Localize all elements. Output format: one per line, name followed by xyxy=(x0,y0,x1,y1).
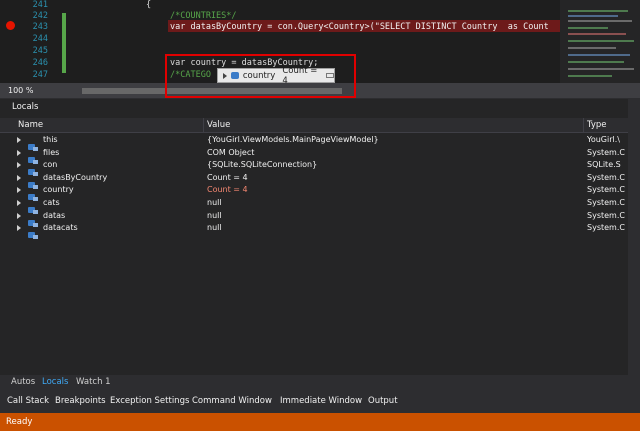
variable-type: System.C xyxy=(587,147,625,157)
variable-type: System.C xyxy=(587,185,625,195)
local-variable-icon xyxy=(28,199,38,214)
variable-type: YouGirl.\ xyxy=(587,135,620,144)
breakpoint-icon[interactable] xyxy=(6,21,15,30)
column-name-header[interactable]: Name xyxy=(18,120,43,130)
tab-watch1[interactable]: Watch 1 xyxy=(76,377,111,387)
tab-breakpoints[interactable]: Breakpoints xyxy=(55,396,106,406)
variable-type: System.C xyxy=(587,172,625,182)
variable-name: cats xyxy=(43,198,60,207)
code-line[interactable]: { xyxy=(146,0,151,11)
variable-type: System.C xyxy=(587,198,625,207)
status-bar xyxy=(0,413,640,431)
variable-name: datas xyxy=(43,210,66,220)
locals-row[interactable]: datacats null System.C xyxy=(0,222,628,240)
variable-value: null xyxy=(207,210,222,220)
tab-exception-settings[interactable]: Exception Settings xyxy=(110,396,189,406)
local-variable-icon xyxy=(28,161,38,177)
expand-arrow-icon[interactable] xyxy=(17,149,21,156)
variable-value: COM Object xyxy=(207,147,255,157)
local-variable-icon xyxy=(28,149,38,164)
status-text: Ready xyxy=(6,417,33,427)
object-icon xyxy=(28,136,38,151)
local-variable-icon xyxy=(28,212,38,227)
tab-locals[interactable]: Locals xyxy=(42,377,68,387)
tab-command-window[interactable]: Command Window xyxy=(192,396,272,406)
tab-immediate-window[interactable]: Immediate Window xyxy=(280,396,362,406)
column-value-header[interactable]: Value xyxy=(207,120,230,130)
highlight-annotation xyxy=(165,54,356,98)
variable-name: con xyxy=(43,160,58,170)
variable-value: null xyxy=(207,223,222,233)
local-variable-icon xyxy=(28,174,38,189)
variable-value: Count = 4 xyxy=(207,185,248,195)
tab-call-stack[interactable]: Call Stack xyxy=(7,396,49,406)
tab-output[interactable]: Output xyxy=(368,396,398,406)
code-minimap[interactable] xyxy=(560,0,640,83)
column-divider[interactable] xyxy=(583,118,584,132)
change-indicator xyxy=(62,13,66,73)
column-divider[interactable] xyxy=(203,118,204,132)
variable-name: datasByCountry xyxy=(43,172,108,182)
expand-arrow-icon[interactable] xyxy=(17,162,21,169)
line-number: 244 xyxy=(32,34,48,44)
locals-row[interactable]: con {SQLite.SQLiteConnection} SQLite.S xyxy=(0,159,628,177)
locals-row[interactable]: country Count = 4 System.C xyxy=(0,184,628,202)
locals-row[interactable]: cats null System.C xyxy=(0,197,628,214)
variable-type: SQLite.S xyxy=(587,160,621,170)
expand-arrow-icon[interactable] xyxy=(17,187,21,194)
expand-arrow-icon[interactable] xyxy=(17,212,21,219)
expand-arrow-icon[interactable] xyxy=(17,200,21,206)
editor-gutter: 241 242 243 244 245 246 247 xyxy=(0,0,66,83)
variable-name: this xyxy=(43,135,58,144)
variable-name: country xyxy=(43,185,74,195)
locals-row[interactable]: this {YouGirl.ViewModels.MainPageViewMode… xyxy=(0,134,628,151)
line-number: 246 xyxy=(32,58,48,68)
variable-value: null xyxy=(207,198,222,207)
expand-arrow-icon[interactable] xyxy=(17,137,21,143)
variable-name: datacats xyxy=(43,223,78,233)
variable-value: {SQLite.SQLiteConnection} xyxy=(207,160,318,170)
locals-row[interactable]: datas null System.C xyxy=(0,210,628,227)
variable-value: Count = 4 xyxy=(207,172,248,182)
locals-row[interactable]: files COM Object System.C xyxy=(0,147,628,164)
locals-column-header xyxy=(0,118,640,133)
variable-type: System.C xyxy=(587,210,625,220)
local-variable-icon xyxy=(28,186,38,202)
zoom-level[interactable]: 100 % xyxy=(8,86,33,95)
expand-arrow-icon[interactable] xyxy=(17,174,21,181)
locals-window-title: Locals xyxy=(12,102,39,112)
variable-value: {YouGirl.ViewModels.MainPageViewModel} xyxy=(207,135,379,144)
locals-row[interactable]: datasByCountry Count = 4 System.C xyxy=(0,172,628,189)
locals-vertical-scrollbar[interactable] xyxy=(628,99,640,375)
expand-arrow-icon[interactable] xyxy=(17,225,21,232)
code-line[interactable]: var datasByCountry = con.Query<Country>(… xyxy=(170,21,549,33)
line-number: 245 xyxy=(32,46,48,56)
local-variable-icon xyxy=(28,224,38,240)
line-number: 243 xyxy=(32,22,48,32)
column-type-header[interactable]: Type xyxy=(587,120,607,130)
line-number: 247 xyxy=(32,70,48,80)
variable-name: files xyxy=(43,147,60,157)
tab-autos[interactable]: Autos xyxy=(11,377,35,387)
variable-type: System.C xyxy=(587,223,625,233)
